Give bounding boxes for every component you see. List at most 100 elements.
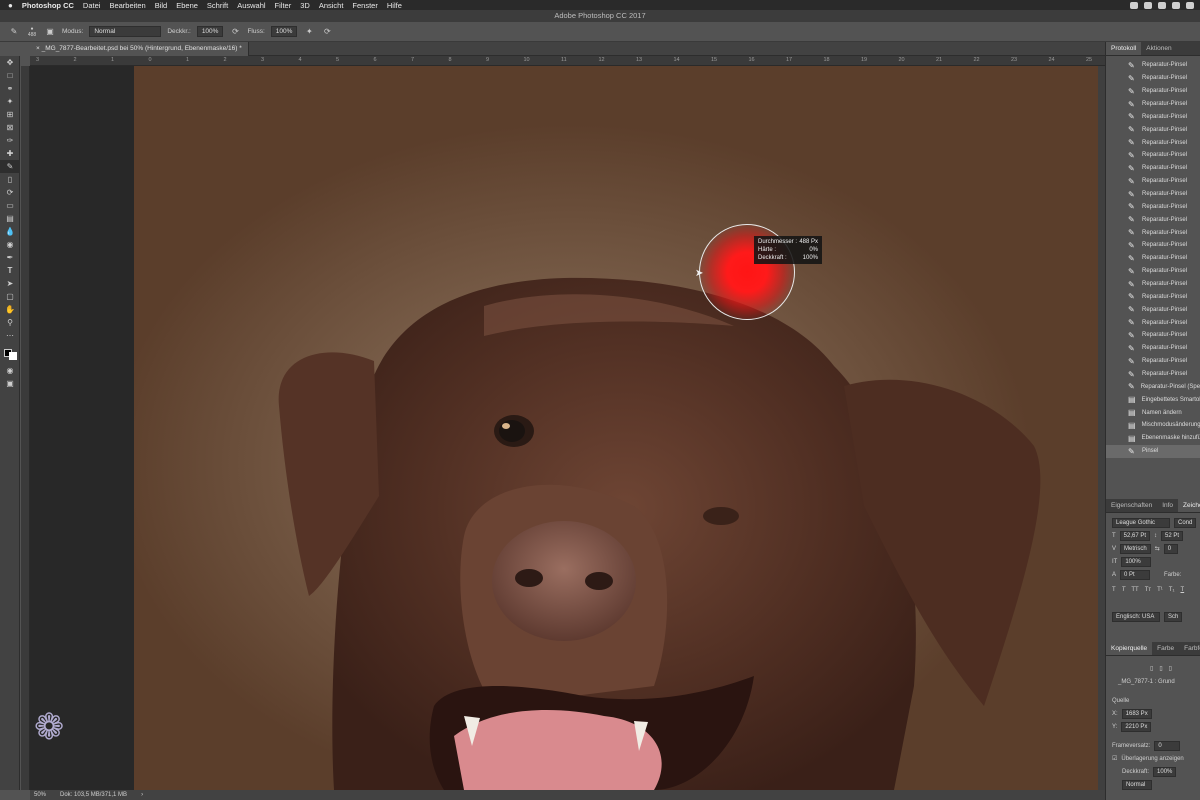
history-item[interactable]: ✎ Reparatur-Pinsel <box>1106 188 1200 201</box>
brush-preset-icon[interactable]: ● 488 <box>26 26 38 38</box>
overlay-mode-select[interactable]: Normal <box>1122 779 1152 790</box>
pressure-opacity-icon[interactable]: ⟳ <box>229 26 241 38</box>
menu-datei[interactable]: Datei <box>83 1 101 10</box>
vertical-scrollbar[interactable] <box>1098 66 1105 790</box>
menu-bearbeiten[interactable]: Bearbeiten <box>109 1 145 10</box>
marquee-tool-icon[interactable]: □ <box>0 69 20 82</box>
history-item[interactable]: ✎ Reparatur-Pinsel <box>1106 72 1200 85</box>
history-item[interactable]: ✎ Reparatur-Pinsel (Spe <box>1106 380 1200 393</box>
leading-field[interactable]: 52 Pt <box>1161 530 1184 541</box>
tracking-field[interactable]: 0 <box>1163 543 1178 554</box>
history-item[interactable]: ✎ Reparatur-Pinsel <box>1106 239 1200 252</box>
status-icon[interactable] <box>1172 1 1180 9</box>
history-item[interactable]: ✎ Reparatur-Pinsel <box>1106 290 1200 303</box>
menu-auswahl[interactable]: Auswahl <box>237 1 265 10</box>
menu-bild[interactable]: Bild <box>155 1 168 10</box>
font-style-select[interactable]: Cond <box>1174 517 1197 528</box>
hand-tool-icon[interactable]: ✋ <box>0 303 20 316</box>
eraser-tool-icon[interactable]: ▭ <box>0 199 20 212</box>
path-selection-tool-icon[interactable]: ➤ <box>0 277 20 290</box>
menu-filter[interactable]: Filter <box>275 1 292 10</box>
baseline-field[interactable]: 0 Pt <box>1120 569 1151 580</box>
language-select[interactable]: Englisch: USA <box>1112 611 1160 622</box>
history-item[interactable]: ✎ Reparatur-Pinsel <box>1106 98 1200 111</box>
history-item[interactable]: ✎ Reparatur-Pinsel <box>1106 136 1200 149</box>
frame-offset-field[interactable]: 0 <box>1154 740 1181 751</box>
tab-aktionen[interactable]: Aktionen <box>1141 42 1176 55</box>
apple-icon[interactable]: ● <box>8 1 13 10</box>
menu-3d[interactable]: 3D <box>300 1 310 10</box>
kerning-field[interactable]: Metrisch <box>1120 543 1151 554</box>
tab-info[interactable]: Info <box>1157 499 1178 512</box>
history-item[interactable]: ✎ Reparatur-Pinsel <box>1106 342 1200 355</box>
history-item[interactable]: ✎ Pinsel <box>1106 444 1200 458</box>
eyedropper-tool-icon[interactable]: ✑ <box>0 134 20 147</box>
zoom-level[interactable]: 50% <box>34 792 46 798</box>
airbrush-icon[interactable]: ✦ <box>303 26 315 38</box>
clone-x-field[interactable]: 1683 Px <box>1121 708 1152 719</box>
clone-source-icon[interactable]: ▯ <box>1159 665 1162 672</box>
tab-farbe[interactable]: Farbe <box>1152 642 1179 655</box>
small-caps-icon[interactable]: Tт <box>1145 587 1151 593</box>
history-item[interactable]: ▤ Ebenenmaske hinzufüg <box>1106 432 1200 445</box>
gradient-tool-icon[interactable]: ▤ <box>0 212 20 225</box>
status-arrow-icon[interactable]: › <box>141 792 143 798</box>
status-icon[interactable] <box>1186 1 1194 9</box>
opacity-field[interactable]: 100% <box>196 26 224 37</box>
history-item[interactable]: ✎ Reparatur-Pinsel <box>1106 59 1200 72</box>
type-tool-icon[interactable]: T <box>0 264 20 277</box>
history-item[interactable]: ✎ Reparatur-Pinsel <box>1106 316 1200 329</box>
move-tool-icon[interactable]: ✥ <box>0 56 20 69</box>
status-icon[interactable] <box>1130 1 1138 9</box>
brush-tool-icon[interactable]: ✎ <box>8 26 20 38</box>
font-size-field[interactable]: 52,67 Pt <box>1119 530 1151 541</box>
color-swatches-icon[interactable] <box>0 342 20 364</box>
menu-ansicht[interactable]: Ansicht <box>319 1 344 10</box>
tab-protokoll[interactable]: Protokoll <box>1106 42 1142 55</box>
history-item[interactable]: ✎ Reparatur-Pinsel <box>1106 85 1200 98</box>
history-item[interactable]: ✎ Reparatur-Pinsel <box>1106 175 1200 188</box>
history-item[interactable]: ✎ Reparatur-Pinsel <box>1106 368 1200 381</box>
overlay-checkbox[interactable]: ☑ <box>1112 755 1117 762</box>
faux-bold-icon[interactable]: T <box>1112 587 1116 593</box>
history-item[interactable]: ✎ Reparatur-Pinsel <box>1106 252 1200 265</box>
rectangle-tool-icon[interactable]: ▢ <box>0 290 20 303</box>
document-canvas[interactable]: Durchmesser :488 Px Härte : 0% Deckkraft … <box>134 66 1105 790</box>
history-item[interactable]: ▤ Eingebettetes Smartob <box>1106 393 1200 406</box>
history-item[interactable]: ▤ Mischmodusänderung <box>1106 419 1200 432</box>
history-item[interactable]: ✎ Reparatur-Pinsel <box>1106 149 1200 162</box>
tab-zeichen[interactable]: Zeichen <box>1178 499 1200 512</box>
history-item[interactable]: ✎ Reparatur-Pinsel <box>1106 226 1200 239</box>
antialias-select[interactable]: Sch <box>1164 611 1183 622</box>
clone-stamp-tool-icon[interactable]: ▯ <box>0 173 20 186</box>
zoom-tool-icon[interactable]: ⚲ <box>0 316 20 329</box>
brush-tool-icon[interactable]: ✎ <box>0 160 20 173</box>
clone-source-icon[interactable]: ▯ <box>1150 665 1153 672</box>
history-item[interactable]: ✎ Reparatur-Pinsel <box>1106 265 1200 278</box>
dodge-tool-icon[interactable]: ◉ <box>0 238 20 251</box>
quick-mask-icon[interactable]: ◉ <box>0 364 20 377</box>
clone-source-icon[interactable]: ▯ <box>1169 665 1172 672</box>
faux-italic-icon[interactable]: T <box>1122 587 1126 593</box>
status-icon[interactable] <box>1158 1 1166 9</box>
document-tab[interactable]: × _MG_7877-Bearbeitet.psd bei 50% (Hinte… <box>30 42 249 56</box>
status-icon[interactable] <box>1144 1 1152 9</box>
magic-wand-tool-icon[interactable]: ✦ <box>0 95 20 108</box>
tab-eigenschaften[interactable]: Eigenschaften <box>1106 499 1157 512</box>
menu-app[interactable]: Photoshop CC <box>22 1 74 10</box>
healing-brush-tool-icon[interactable]: ✚ <box>0 147 20 160</box>
all-caps-icon[interactable]: TT <box>1131 587 1138 593</box>
font-family-select[interactable]: League Gothic <box>1112 517 1170 528</box>
menu-fenster[interactable]: Fenster <box>352 1 377 10</box>
blur-tool-icon[interactable]: 💧 <box>0 225 20 238</box>
history-item[interactable]: ✎ Reparatur-Pinsel <box>1106 123 1200 136</box>
screen-mode-icon[interactable]: ▣ <box>0 377 20 390</box>
history-item[interactable]: ▤ Namen ändern <box>1106 406 1200 419</box>
menu-schrift[interactable]: Schrift <box>207 1 228 10</box>
frame-tool-icon[interactable]: ⊠ <box>0 121 20 134</box>
history-item[interactable]: ✎ Reparatur-Pinsel <box>1106 110 1200 123</box>
underline-icon[interactable]: T <box>1180 587 1184 593</box>
clone-y-field[interactable]: 2210 Px <box>1121 721 1152 732</box>
tab-kopierquelle[interactable]: Kopierquelle <box>1106 642 1153 655</box>
history-item[interactable]: ✎ Reparatur-Pinsel <box>1106 329 1200 342</box>
